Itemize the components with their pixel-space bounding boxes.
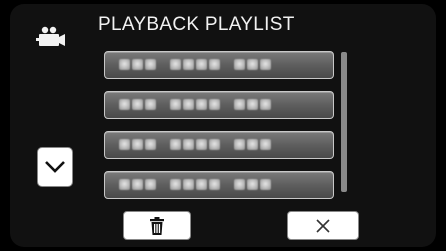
blurred-playlist-title bbox=[119, 179, 273, 191]
close-icon bbox=[316, 218, 330, 233]
playlist-screen: PLAYBACK PLAYLIST bbox=[10, 4, 436, 247]
playlist-item[interactable] bbox=[104, 171, 334, 199]
delete-button[interactable] bbox=[123, 211, 191, 240]
close-button[interactable] bbox=[287, 211, 359, 240]
blurred-playlist-title bbox=[119, 139, 273, 151]
scroll-down-button[interactable] bbox=[37, 147, 73, 187]
trash-icon bbox=[150, 216, 164, 235]
playlist-item[interactable] bbox=[104, 91, 334, 119]
playlist-item[interactable] bbox=[104, 131, 334, 159]
blurred-playlist-title bbox=[119, 59, 273, 71]
page-title: PLAYBACK PLAYLIST bbox=[98, 14, 295, 35]
chevron-down-icon bbox=[45, 161, 65, 173]
playlist-list bbox=[104, 51, 336, 211]
video-camera-icon bbox=[36, 26, 65, 46]
scrollbar[interactable] bbox=[341, 52, 347, 192]
playlist-item[interactable] bbox=[104, 51, 334, 79]
blurred-playlist-title bbox=[119, 99, 273, 111]
